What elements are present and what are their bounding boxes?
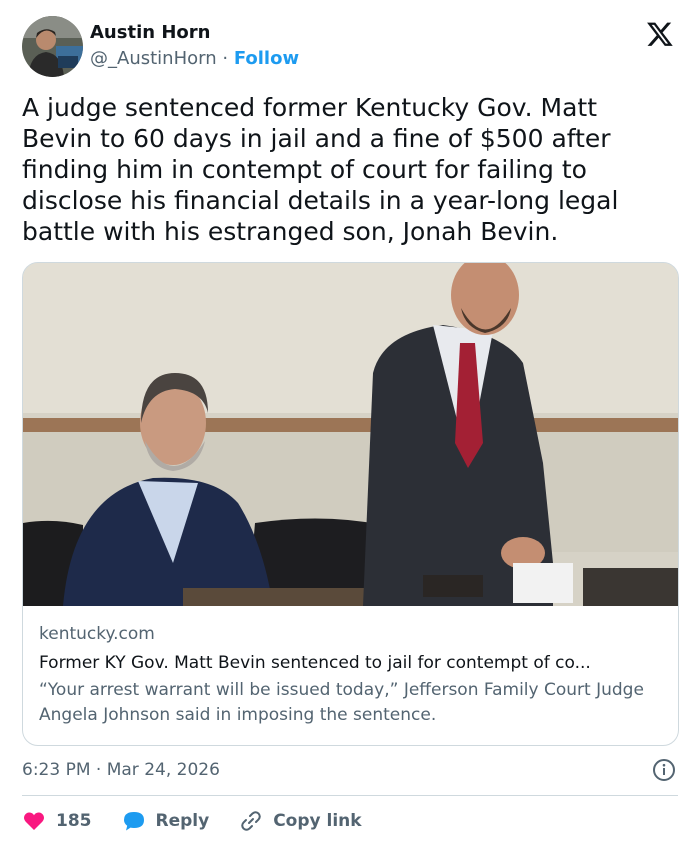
timestamp[interactable]: 6:23 PM · Mar 24, 2026: [22, 760, 220, 780]
reply-button[interactable]: Reply: [122, 809, 210, 833]
copy-link-button[interactable]: Copy link: [239, 809, 362, 833]
card-description: “Your arrest warrant will be issued toda…: [39, 680, 644, 725]
handle-separator: ·: [222, 48, 229, 69]
tweet-header: Austin Horn @_AustinHorn · Follow: [22, 16, 678, 78]
tweet-meta: 6:23 PM · Mar 24, 2026: [22, 758, 678, 782]
action-bar: 185 Reply Copy link: [22, 806, 392, 836]
like-count: 185: [56, 811, 92, 831]
author-display-name[interactable]: Austin Horn: [90, 22, 299, 44]
divider: [22, 795, 678, 796]
heart-icon: [23, 812, 45, 830]
copy-link-label: Copy link: [273, 811, 362, 831]
card-title[interactable]: Former KY Gov. Matt Bevin sentenced to j…: [39, 652, 669, 674]
info-icon[interactable]: [652, 758, 676, 782]
reply-label: Reply: [155, 811, 210, 831]
tweet-text: A judge sentenced former Kentucky Gov. M…: [22, 93, 619, 246]
avatar[interactable]: [22, 16, 83, 77]
follow-button[interactable]: Follow: [234, 48, 299, 69]
card-body: kentucky.com Former KY Gov. Matt Bevin s…: [39, 623, 669, 728]
like-button[interactable]: 185: [22, 809, 92, 833]
x-logo-icon[interactable]: [646, 20, 674, 48]
handle-row: @_AustinHorn · Follow: [90, 48, 299, 70]
speech-bubble-icon: [123, 812, 144, 831]
link-card[interactable]: kentucky.com Former KY Gov. Matt Bevin s…: [22, 262, 679, 746]
link-icon: [241, 811, 261, 831]
card-domain[interactable]: kentucky.com: [39, 623, 669, 645]
author-handle[interactable]: @_AustinHorn: [90, 48, 217, 69]
card-image[interactable]: [23, 263, 678, 606]
user-info: Austin Horn @_AustinHorn · Follow: [90, 22, 299, 70]
